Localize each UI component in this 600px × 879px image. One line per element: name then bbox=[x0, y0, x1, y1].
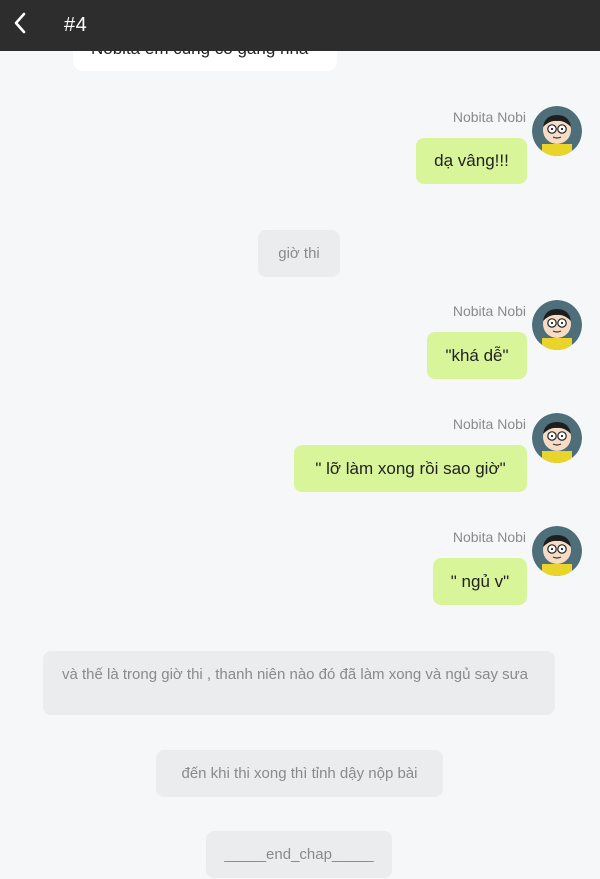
message-text: " ngủ v" bbox=[450, 571, 510, 591]
nobita-avatar-icon bbox=[532, 300, 582, 350]
message-bubble: " lỡ làm xong rồi sao giờ" bbox=[294, 445, 527, 492]
narration-bubble: và thế là trong giờ thi , thanh niên nào… bbox=[43, 651, 555, 715]
nobita-avatar-icon bbox=[532, 526, 582, 576]
sender-name: Nobita Nobi bbox=[452, 109, 526, 125]
avatar[interactable] bbox=[532, 106, 582, 156]
back-button[interactable] bbox=[2, 0, 38, 51]
sender-name: Nobita Nobi bbox=[452, 303, 526, 319]
narration-text: _____end_chap_____ bbox=[224, 845, 374, 863]
page-title: #4 bbox=[64, 14, 88, 36]
nobita-avatar-icon bbox=[532, 413, 582, 463]
message-bubble: " ngủ v" bbox=[433, 558, 527, 605]
narration-text: giờ thi bbox=[278, 244, 320, 262]
sender-name: Nobita Nobi bbox=[452, 416, 526, 432]
narration-text: đến khi thi xong thì tỉnh dậy nộp bài bbox=[181, 764, 418, 782]
sender-name: Nobita Nobi bbox=[452, 529, 526, 545]
narration-bubble: đến khi thi xong thì tỉnh dậy nộp bài bbox=[156, 750, 443, 797]
message-bubble: dạ vâng!!! bbox=[416, 138, 527, 184]
avatar[interactable] bbox=[532, 413, 582, 463]
narration-bubble: _____end_chap_____ bbox=[206, 831, 392, 878]
avatar[interactable] bbox=[532, 526, 582, 576]
avatar[interactable] bbox=[532, 300, 582, 350]
message-bubble: "khá dễ" bbox=[427, 332, 527, 379]
chevron-left-icon bbox=[13, 12, 27, 39]
message-text: " lỡ làm xong rồi sao giờ" bbox=[315, 458, 506, 478]
narration-text: và thế là trong giờ thi , thanh niên nào… bbox=[62, 666, 529, 683]
nobita-avatar-icon bbox=[532, 106, 582, 156]
top-bar: #4 bbox=[0, 0, 600, 51]
message-text: dạ vâng!!! bbox=[434, 151, 509, 170]
narration-bubble: giờ thi bbox=[258, 230, 340, 277]
message-text: "khá dễ" bbox=[445, 345, 509, 365]
